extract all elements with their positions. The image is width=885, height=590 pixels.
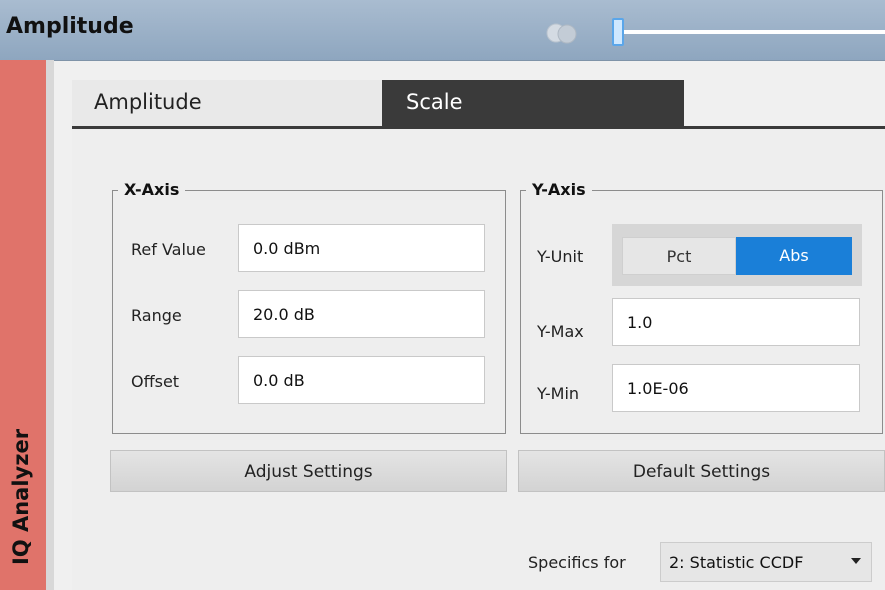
y-axis-title: Y-Axis bbox=[526, 180, 592, 199]
title-bar: Amplitude bbox=[0, 0, 885, 61]
range-input[interactable]: 20.0 dB bbox=[238, 290, 485, 338]
ref-value-input[interactable]: 0.0 dBm bbox=[238, 224, 485, 272]
specifics-label: Specifics for bbox=[528, 553, 626, 572]
range-label: Range bbox=[131, 306, 182, 325]
y-min-label: Y-Min bbox=[537, 384, 580, 403]
ref-value-label: Ref Value bbox=[131, 240, 206, 259]
x-axis-title: X-Axis bbox=[118, 180, 186, 199]
side-bar-gap bbox=[46, 60, 54, 590]
application-label: IQ Analyzer bbox=[9, 428, 33, 565]
dialog-window: Amplitude IQ Analyzer Amplitude Scale X-… bbox=[0, 0, 885, 590]
restore-window-icon[interactable] bbox=[545, 20, 579, 46]
offset-label: Offset bbox=[131, 372, 180, 391]
y-unit-abs-button[interactable]: Abs bbox=[736, 237, 852, 275]
window-title: Amplitude bbox=[6, 14, 134, 39]
tab-scale[interactable]: Scale bbox=[382, 80, 684, 128]
offset-input[interactable]: 0.0 dB bbox=[238, 356, 485, 404]
y-unit-label: Y-Unit bbox=[537, 247, 584, 266]
adjust-settings-button[interactable]: Adjust Settings bbox=[110, 450, 507, 492]
y-max-label: Y-Max bbox=[537, 322, 584, 341]
default-settings-button[interactable]: Default Settings bbox=[518, 450, 885, 492]
specifics-dropdown[interactable]: 2: Statistic CCDF bbox=[660, 542, 872, 582]
transparency-slider-handle[interactable] bbox=[612, 18, 624, 46]
specifics-selected-value: 2: Statistic CCDF bbox=[669, 553, 804, 572]
y-unit-toggle: Pct Abs bbox=[612, 224, 862, 286]
chevron-down-icon bbox=[851, 558, 861, 564]
transparency-slider-track[interactable] bbox=[612, 30, 885, 34]
y-max-input[interactable]: 1.0 bbox=[612, 298, 860, 346]
y-unit-pct-button[interactable]: Pct bbox=[622, 237, 736, 275]
y-min-input[interactable]: 1.0E-06 bbox=[612, 364, 860, 412]
tab-amplitude[interactable]: Amplitude bbox=[72, 80, 382, 128]
tab-strip: Amplitude Scale bbox=[72, 80, 885, 128]
